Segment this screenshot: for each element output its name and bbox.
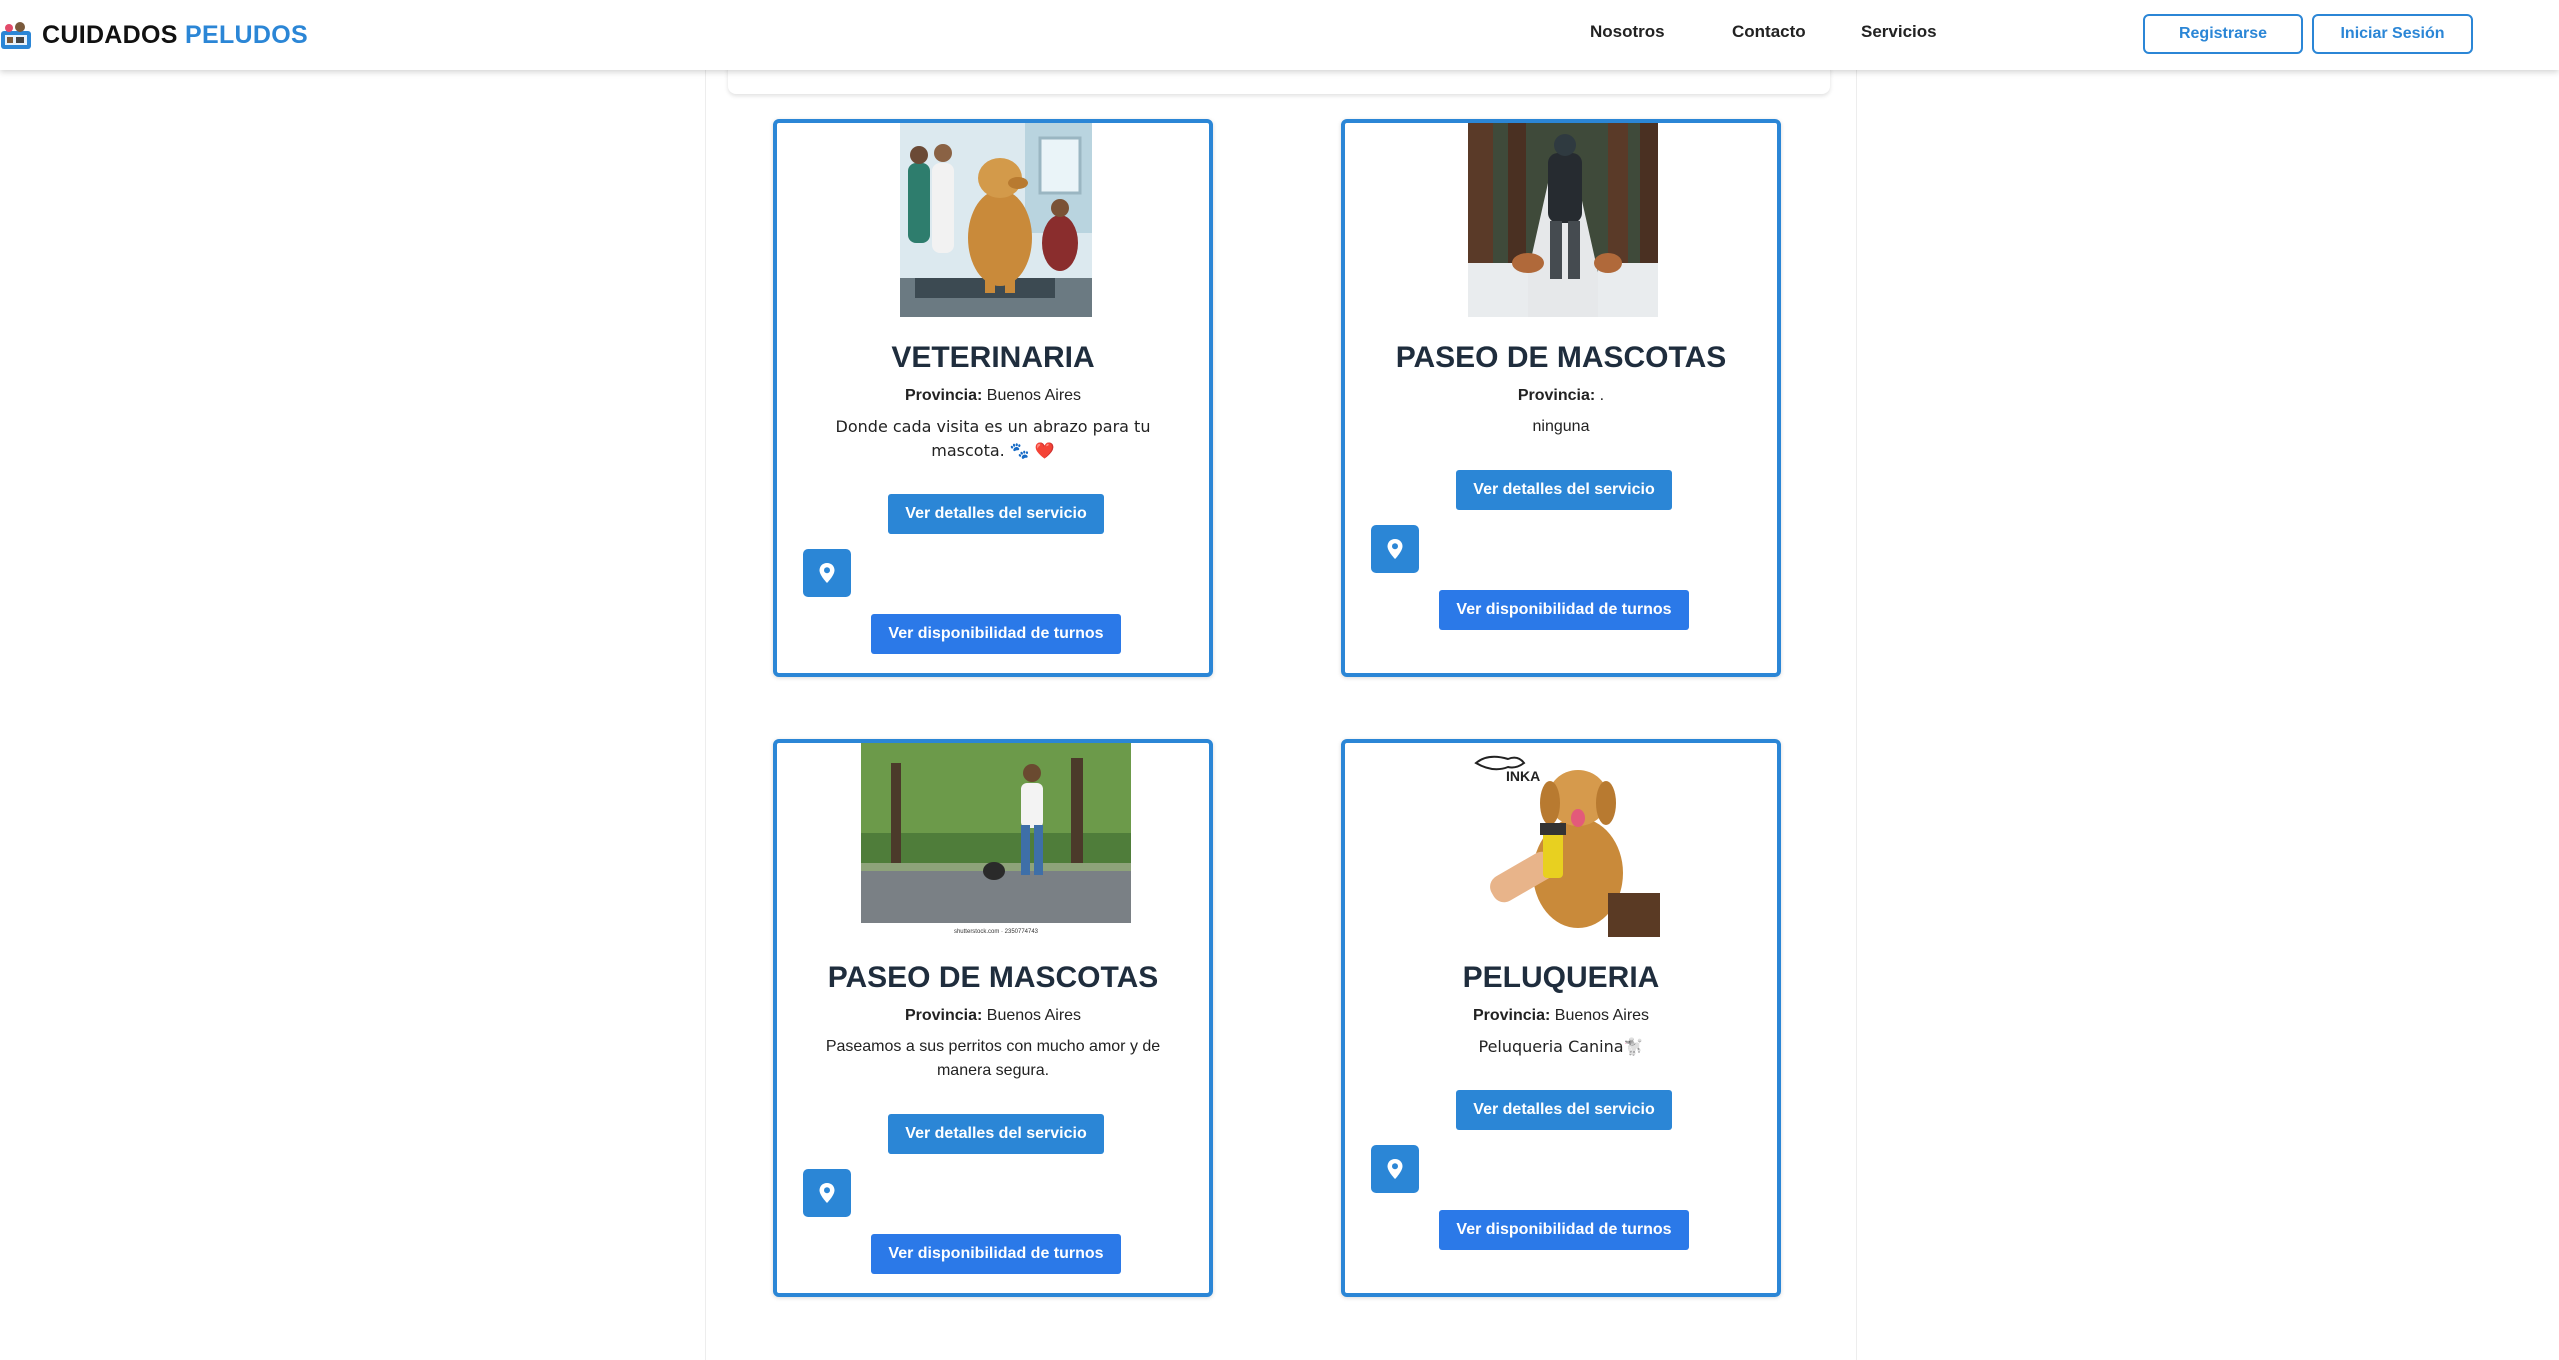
brand-name-part1: CUIDADOS [42,20,178,49]
register-button[interactable]: Registrarse [2143,14,2303,54]
nav-nosotros-link[interactable]: Nosotros [1590,22,1665,42]
service-card-paseo-1: PASEO DE MASCOTAS Provincia: . ninguna V… [1341,119,1781,677]
location-button[interactable] [803,549,851,597]
nav-contacto-link[interactable]: Contacto [1732,22,1806,42]
card-description: Paseamos a sus perritos con mucho amor y… [825,1038,1161,1079]
paseo-bosque-photo [1468,123,1658,317]
card-province: Provincia: . [1345,387,1777,405]
login-button[interactable]: Iniciar Sesión [2312,14,2473,54]
turnos-button[interactable]: Ver disponibilidad de turnos [1439,1210,1689,1250]
inka-logo-text: INKA [1506,768,1540,784]
details-button[interactable]: Ver detalles del servicio [1456,470,1672,510]
pet-care-logo-icon [1,22,31,49]
card-province: Provincia: Buenos Aires [777,387,1209,405]
location-button[interactable] [1371,525,1419,573]
details-button[interactable]: Ver detalles del servicio [888,494,1104,534]
paseo-parque-photo: shutterstock.com · 2350774743 [861,743,1131,937]
province-value: Buenos Aires [986,1007,1082,1024]
turnos-button[interactable]: Ver disponibilidad de turnos [1439,590,1689,630]
brand-logo[interactable]: CUIDADOS PELUDOS [0,18,308,52]
card-province: Provincia: Buenos Aires [777,1007,1209,1025]
province-value: . [1599,387,1605,404]
details-button[interactable]: Ver detalles del servicio [1456,1090,1672,1130]
province-label: Provincia: [1472,1007,1551,1024]
province-value: Buenos Aires [986,387,1082,404]
card-description: Donde cada visita es un abrazo para tu m… [835,417,1151,460]
service-card-paseo-2: shutterstock.com · 2350774743 PASEO DE M… [773,739,1213,1297]
province-label: Provincia: [904,1007,983,1024]
map-pin-icon [1387,539,1403,559]
turnos-button[interactable]: Ver disponibilidad de turnos [871,614,1121,654]
card-title: PELUQUERIA [1462,961,1660,994]
card-title: PASEO DE MASCOTAS [827,961,1159,994]
navbar: CUIDADOS PELUDOS Nosotros Contacto Servi… [0,0,2559,70]
map-pin-icon [819,1183,835,1203]
veterinaria-photo [900,123,1092,317]
location-button[interactable] [803,1169,851,1217]
nav-servicios-link[interactable]: Servicios [1861,22,1937,42]
province-label: Provincia: [904,387,983,404]
province-value: Buenos Aires [1554,1007,1650,1024]
image-caption: shutterstock.com · 2350774743 [954,929,1039,935]
card-title: PASEO DE MASCOTAS [1395,341,1727,374]
turnos-button[interactable]: Ver disponibilidad de turnos [871,1234,1121,1274]
map-pin-icon [1387,1159,1403,1179]
province-label: Provincia: [1517,387,1596,404]
card-title: VETERINARIA [891,341,1095,374]
details-button[interactable]: Ver detalles del servicio [888,1114,1104,1154]
service-card-veterinaria: VETERINARIA Provincia: Buenos Aires Dond… [773,119,1213,677]
location-button[interactable] [1371,1145,1419,1193]
map-pin-icon [819,563,835,583]
brand-name-part2: PELUDOS [185,20,308,49]
card-description: Peluqueria Canina🐩 [1478,1037,1644,1056]
service-card-peluqueria: INKA PELUQUERIA Provincia: Buenos Aires … [1341,739,1781,1297]
peluqueria-photo: INKA [1468,743,1660,937]
card-province: Provincia: Buenos Aires [1345,1007,1777,1025]
card-description: ninguna [1532,418,1590,435]
